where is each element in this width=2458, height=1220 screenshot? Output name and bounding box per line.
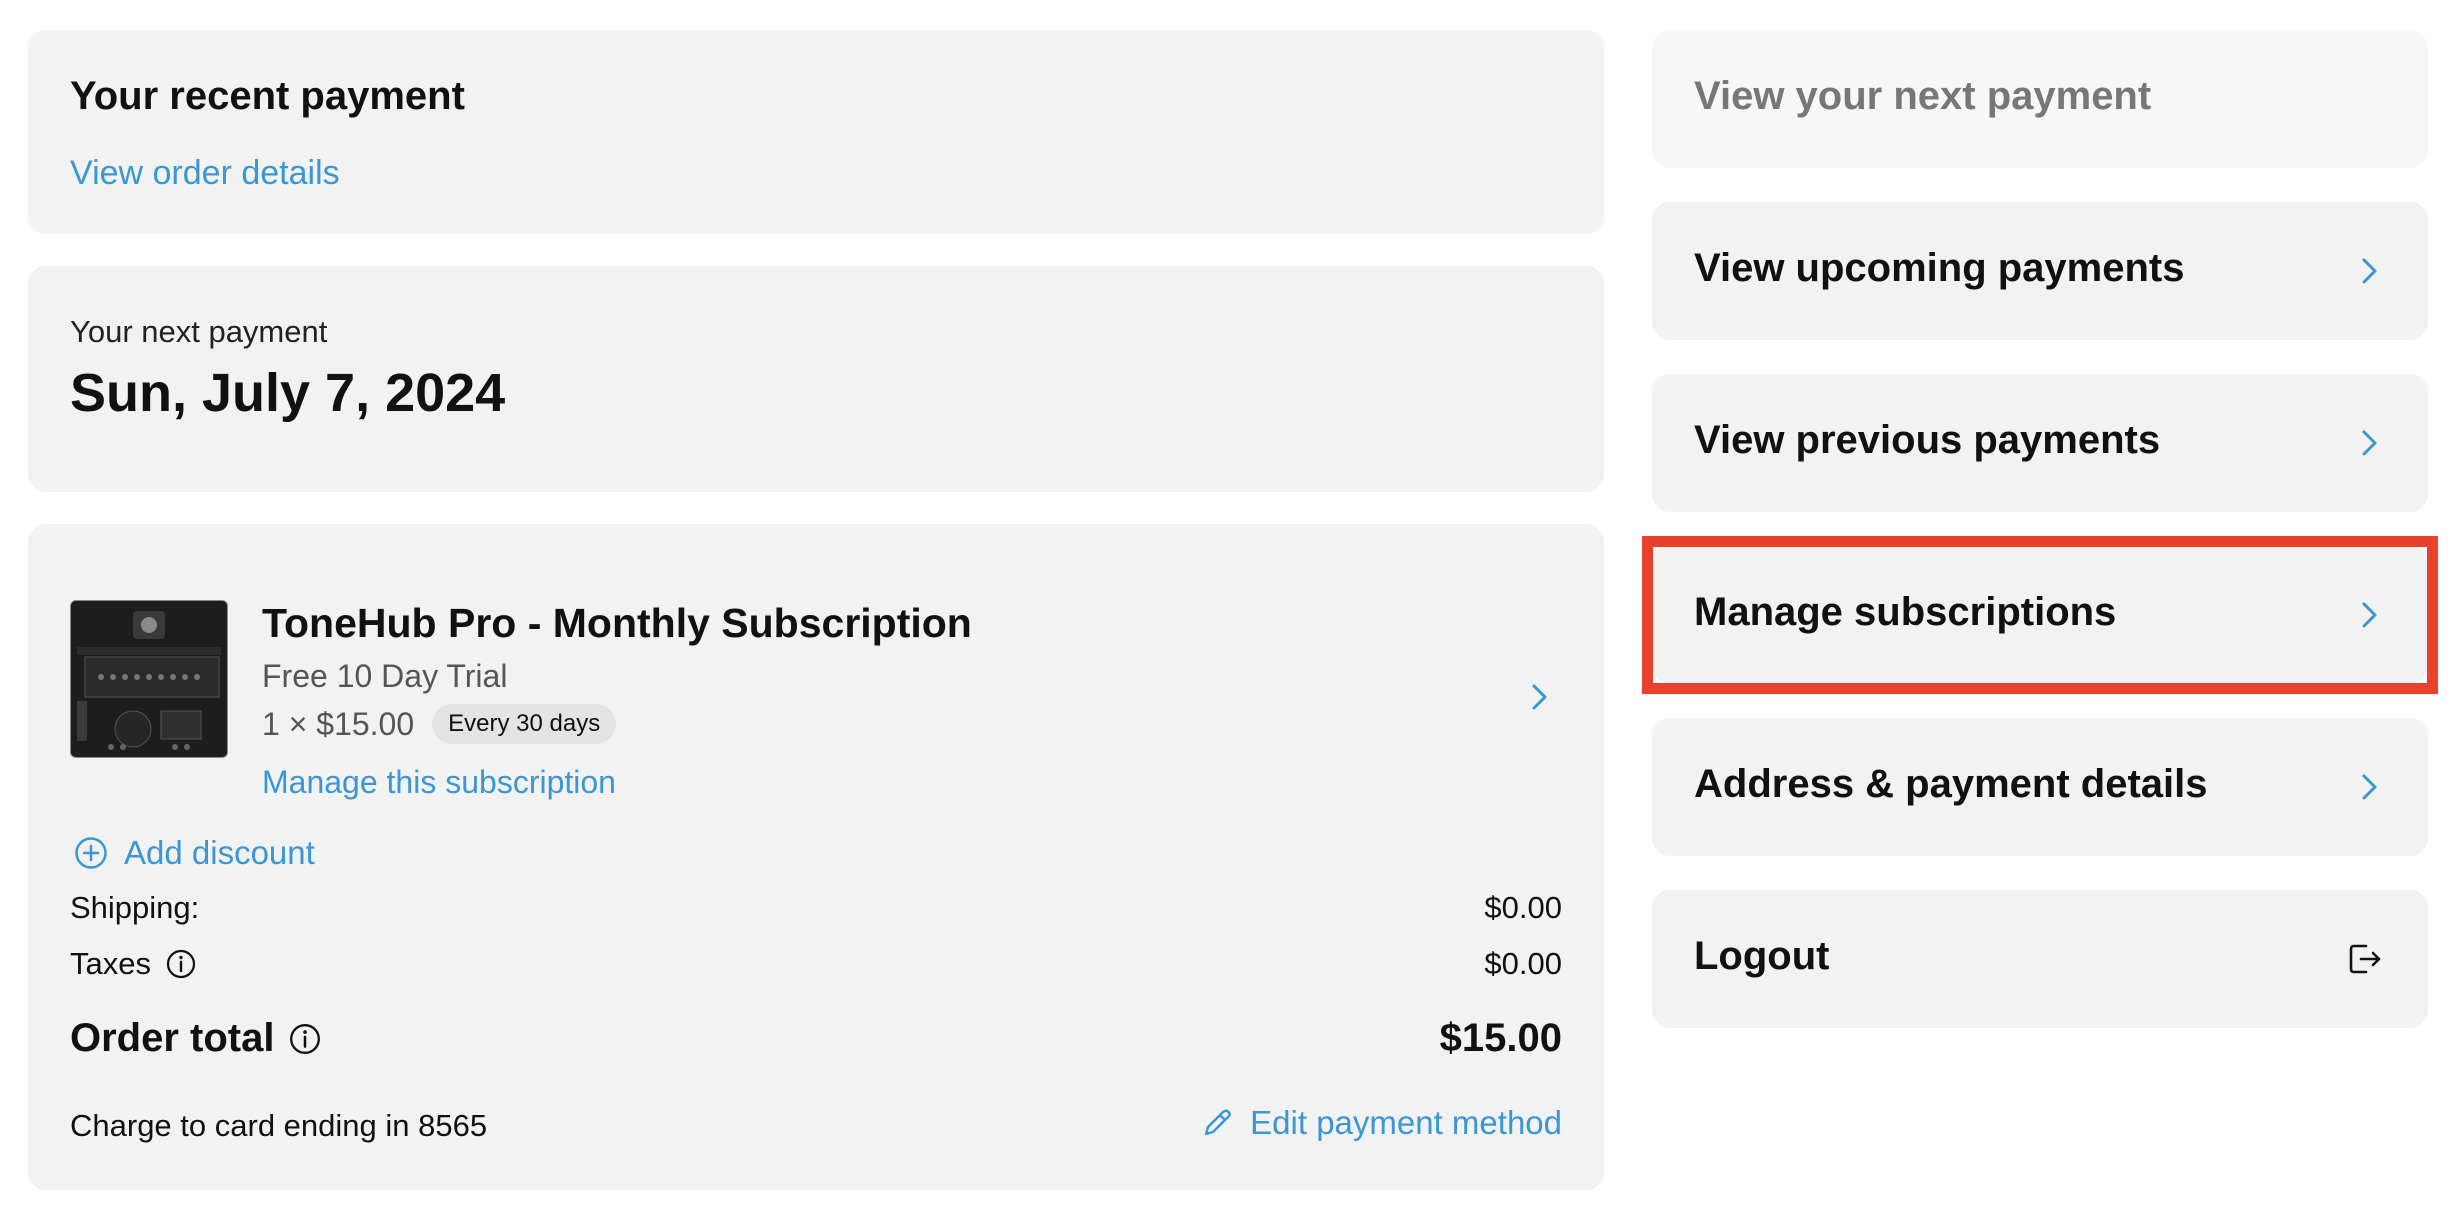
sidebar-item-label: View your next payment xyxy=(1694,74,2152,118)
next-payment-date: Sun, July 7, 2024 xyxy=(70,363,506,423)
edit-payment-method-button[interactable]: Edit payment method xyxy=(1200,1104,1562,1142)
amp-image-icon xyxy=(71,601,227,757)
info-icon[interactable] xyxy=(165,948,197,980)
sidebar-item-view-previous-payments[interactable]: View previous payments xyxy=(1652,374,2428,512)
quantity-price-row: 1 × $15.00 Every 30 days xyxy=(262,704,617,744)
frequency-badge: Every 30 days xyxy=(432,704,617,744)
taxes-row-label: Taxes xyxy=(70,946,197,982)
shipping-value: $0.00 xyxy=(1484,890,1562,925)
next-payment-card: Your next payment Sun, July 7, 2024 xyxy=(28,266,1604,492)
product-thumbnail xyxy=(70,600,228,758)
chevron-right-icon[interactable] xyxy=(1522,680,1556,714)
order-total-label: Order total xyxy=(70,1016,275,1060)
chevron-right-icon xyxy=(2362,774,2377,800)
sidebar-item-logout[interactable]: Logout xyxy=(1652,890,2428,1028)
add-discount-button[interactable]: Add discount xyxy=(74,834,315,872)
sidebar-item-label: View previous payments xyxy=(1694,418,2161,462)
next-payment-label: Your next payment xyxy=(70,314,328,349)
edit-payment-method-label: Edit payment method xyxy=(1250,1104,1562,1141)
shipping-label: Shipping: xyxy=(70,890,200,925)
sidebar-item-label: Logout xyxy=(1694,934,1830,978)
recent-payment-title: Your recent payment xyxy=(70,74,465,118)
product-name: ToneHub Pro - Monthly Subscription xyxy=(262,600,972,646)
order-total-value: $15.00 xyxy=(1439,1016,1562,1060)
taxes-label: Taxes xyxy=(70,946,151,981)
logout-icon xyxy=(2349,944,2381,974)
trial-text: Free 10 Day Trial xyxy=(262,658,508,694)
card-ending-text: Charge to card ending in 8565 xyxy=(70,1108,488,1143)
taxes-value: $0.00 xyxy=(1484,946,1562,981)
quantity-price: 1 × $15.00 xyxy=(262,705,415,742)
chevron-right-icon xyxy=(2362,430,2377,456)
highlight-box xyxy=(1642,536,2438,694)
manage-this-subscription-link[interactable]: Manage this subscription xyxy=(262,764,616,801)
info-icon[interactable] xyxy=(288,1022,322,1056)
sidebar-item-label: Address & payment details xyxy=(1694,762,2208,806)
sidebar-item-view-upcoming-payments[interactable]: View upcoming payments xyxy=(1652,202,2428,340)
recent-payment-card: Your recent payment View order details xyxy=(28,30,1604,234)
view-order-details-link[interactable]: View order details xyxy=(70,154,340,193)
sidebar-item-label: View upcoming payments xyxy=(1694,246,2185,290)
chevron-right-icon xyxy=(2362,258,2377,284)
subscription-card: ToneHub Pro - Monthly Subscription Free … xyxy=(28,524,1604,1190)
plus-circle-icon xyxy=(75,837,107,869)
pencil-icon xyxy=(1204,1109,1231,1136)
sidebar-item-address-payment-details[interactable]: Address & payment details xyxy=(1652,718,2428,856)
sidebar-item-view-next-payment: View your next payment xyxy=(1652,30,2428,168)
order-total-row-label: Order total xyxy=(70,1016,322,1061)
add-discount-label: Add discount xyxy=(124,834,315,871)
